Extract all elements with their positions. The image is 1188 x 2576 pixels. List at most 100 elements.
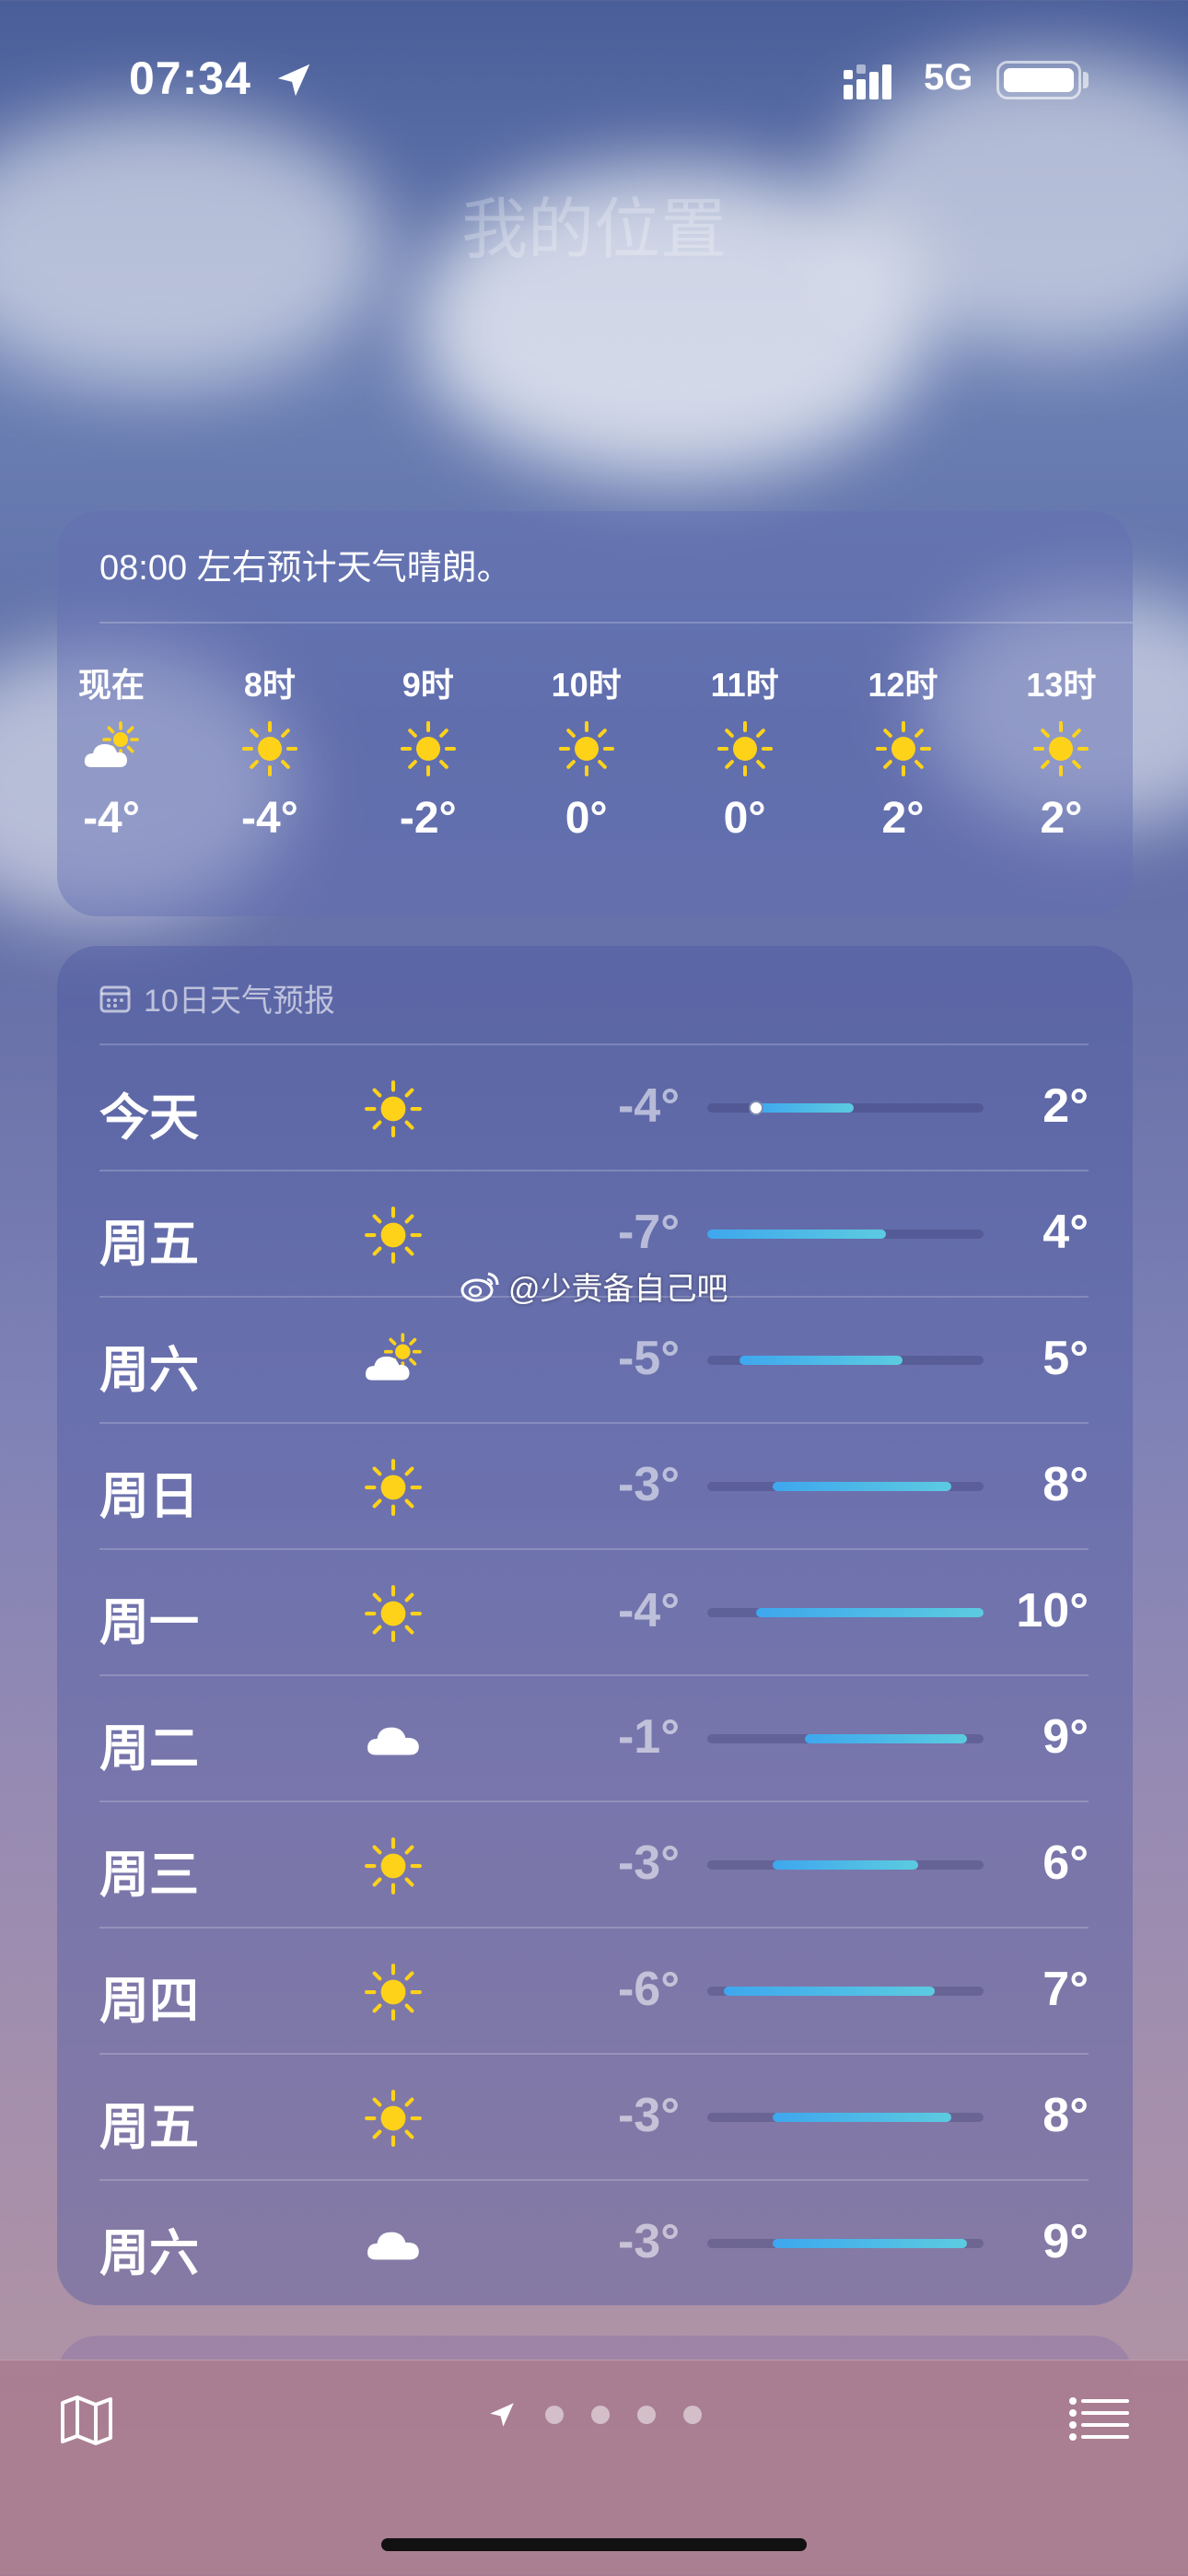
hour-label: 10时: [551, 666, 622, 704]
daily-row: 今天 -4° 2°: [99, 1043, 1089, 1169]
temp-range-track: [707, 1230, 984, 1239]
high-temp: 8°: [1042, 2089, 1089, 2142]
low-temp: -7°: [617, 1206, 680, 1259]
temp-range-track: [707, 1608, 984, 1617]
hour-label: 11时: [710, 666, 779, 704]
list-icon[interactable]: [1068, 2395, 1129, 2443]
hour-item: 12时 2°: [853, 659, 954, 844]
hour-item: 8时 -4°: [219, 659, 320, 844]
hour-temp: 0°: [565, 794, 608, 843]
cloud-icon: [367, 1727, 419, 1755]
day-name: 周一: [99, 1595, 199, 1650]
map-icon[interactable]: [57, 2390, 116, 2449]
battery-icon: [996, 61, 1081, 99]
sun-icon: [875, 721, 931, 776]
low-temp: -1°: [617, 1710, 680, 1764]
high-temp: 4°: [1042, 1206, 1089, 1259]
day-name: 周三: [99, 1847, 199, 1903]
temp-range-bar: [804, 1734, 968, 1743]
daily-row: 周五 -3° 8°: [99, 2053, 1089, 2178]
hour-label: 13时: [1026, 666, 1097, 704]
signal-icon: [844, 64, 891, 99]
day-name: 周日: [99, 1469, 199, 1524]
hour-item: 现在 -4°: [61, 659, 162, 844]
sun-icon: [365, 2090, 422, 2147]
temp-range-track: [707, 2113, 984, 2122]
location-title: 我的位置: [460, 193, 727, 267]
hour-temp: 0°: [723, 794, 766, 843]
day-name: 周六: [99, 1343, 199, 1398]
high-temp: 5°: [1042, 1332, 1089, 1385]
daily-row: 周三 -3° 6°: [99, 1801, 1089, 1926]
temp-range-track: [707, 1734, 984, 1743]
status-bar: 07:34 5G: [0, 0, 1188, 157]
status-time: 07:34: [129, 52, 251, 104]
location-arrow-icon: [277, 64, 310, 97]
hour-label: 8时: [243, 666, 296, 704]
page-indicator[interactable]: [486, 2399, 702, 2430]
temp-range-track: [707, 1356, 984, 1365]
hour-item: 10时 0°: [536, 659, 637, 844]
page-dot[interactable]: [545, 2406, 564, 2424]
day-name: 周五: [99, 2100, 199, 2155]
low-temp: -4°: [617, 1584, 680, 1638]
temp-range-bar: [707, 1230, 887, 1239]
partly-sunny-icon: [84, 721, 139, 767]
low-temp: -6°: [617, 1963, 680, 2016]
daily-row: 周六 -3° 9°: [99, 2179, 1089, 2304]
high-temp: 9°: [1042, 1710, 1089, 1764]
temp-range-bar: [723, 1987, 936, 1996]
temp-range-bar: [772, 1860, 919, 1870]
hourly-summary: 08:00 左右预计天气晴朗。: [99, 549, 512, 588]
sun-icon: [365, 1206, 422, 1264]
weibo-icon: [460, 1272, 499, 1301]
temp-range-track: [707, 1101, 984, 1115]
ten-day-forecast-card[interactable]: 10日天气预报 今天 -4° 2° 周五 -7° 4° 周六 -5° 5° 周日 -3…: [57, 946, 1133, 2305]
hour-label: 现在: [77, 666, 145, 704]
sun-icon: [365, 1964, 422, 2021]
sun-icon: [1033, 721, 1089, 776]
high-temp: 2°: [1042, 1079, 1089, 1133]
low-temp: -3°: [617, 1836, 680, 1890]
hour-item: 11时 0°: [694, 659, 796, 844]
hour-temp: -4°: [83, 794, 140, 843]
sun-icon: [558, 721, 614, 776]
hourly-forecast-card[interactable]: 08:00 左右预计天气晴朗。 现在 -4° 8时 -4° 9时 -2° 10时 0° 11时 0…: [57, 511, 1133, 916]
day-name: 周六: [99, 2226, 199, 2281]
home-indicator[interactable]: [381, 2538, 807, 2551]
location-arrow-icon[interactable]: [486, 2399, 518, 2430]
watermark-text: @少责备自己吧: [508, 1272, 728, 1307]
hour-item: 9时 -2°: [378, 659, 479, 844]
current-temp-dot: [748, 1101, 763, 1115]
high-temp: 7°: [1042, 1963, 1089, 2016]
hour-temp: -2°: [399, 794, 457, 843]
low-temp: -4°: [617, 1079, 680, 1133]
daily-row: 周一 -4° 10°: [99, 1548, 1089, 1673]
temp-range-track: [707, 1482, 984, 1491]
page-dot[interactable]: [637, 2406, 656, 2424]
hour-label: 12时: [868, 666, 938, 704]
low-temp: -3°: [617, 2089, 680, 2142]
partly-sunny-icon: [365, 1333, 422, 1381]
sun-icon: [241, 721, 297, 776]
daily-row: 周四 -6° 7°: [99, 1927, 1089, 2052]
daily-row: 周六 -5° 5°: [99, 1296, 1089, 1421]
page-dot[interactable]: [683, 2406, 702, 2424]
temp-range-bar: [755, 1103, 854, 1113]
day-name: 周二: [99, 1721, 199, 1777]
temp-range-track: [707, 2239, 984, 2248]
divider: [99, 622, 1133, 624]
low-temp: -3°: [617, 1458, 680, 1511]
high-temp: 9°: [1042, 2215, 1089, 2268]
page-dot[interactable]: [591, 2406, 610, 2424]
high-temp: 6°: [1042, 1836, 1089, 1890]
temp-range-bar: [772, 2113, 951, 2122]
sun-icon: [716, 721, 773, 776]
ten-day-title: 10日天气预报: [144, 984, 335, 1019]
low-temp: -5°: [617, 1332, 680, 1385]
hour-temp: 2°: [1040, 794, 1083, 843]
temp-range-bar: [755, 1608, 984, 1617]
temp-range-bar: [772, 2239, 968, 2248]
sun-icon: [365, 1080, 422, 1137]
cloud-icon: [367, 2232, 419, 2260]
